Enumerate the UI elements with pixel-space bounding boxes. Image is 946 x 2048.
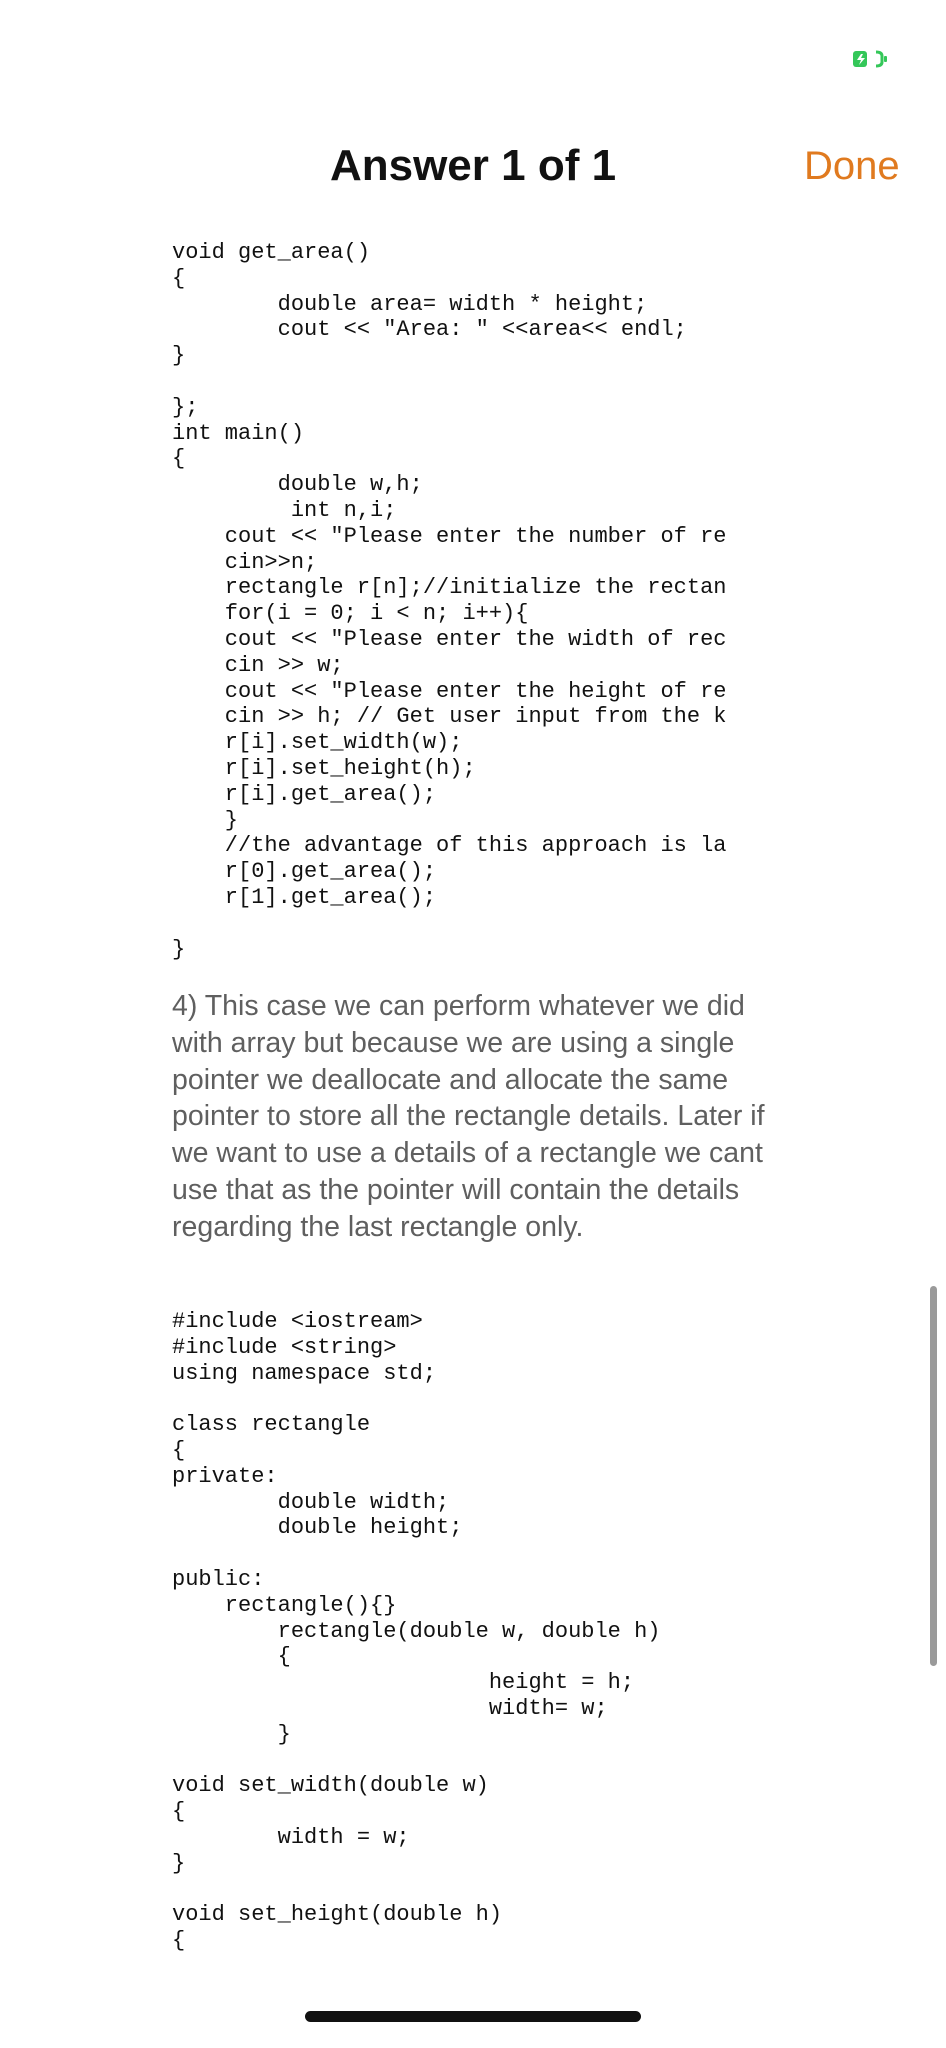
battery-charging-icon [852, 48, 890, 70]
code-block-rectangle-class: #include <iostream> #include <string> us… [172, 1309, 661, 1954]
done-button[interactable]: Done [804, 138, 900, 194]
code-block-main-function: void get_area() { double area= width * h… [172, 240, 727, 962]
answer-scroll-view[interactable]: void get_area() { double area= width * h… [0, 236, 946, 1966]
answer-paragraph: 4) This case we can perform whatever we … [172, 990, 765, 1243]
home-indicator[interactable] [305, 2011, 641, 2022]
vertical-scrollbar[interactable] [930, 1286, 937, 1666]
